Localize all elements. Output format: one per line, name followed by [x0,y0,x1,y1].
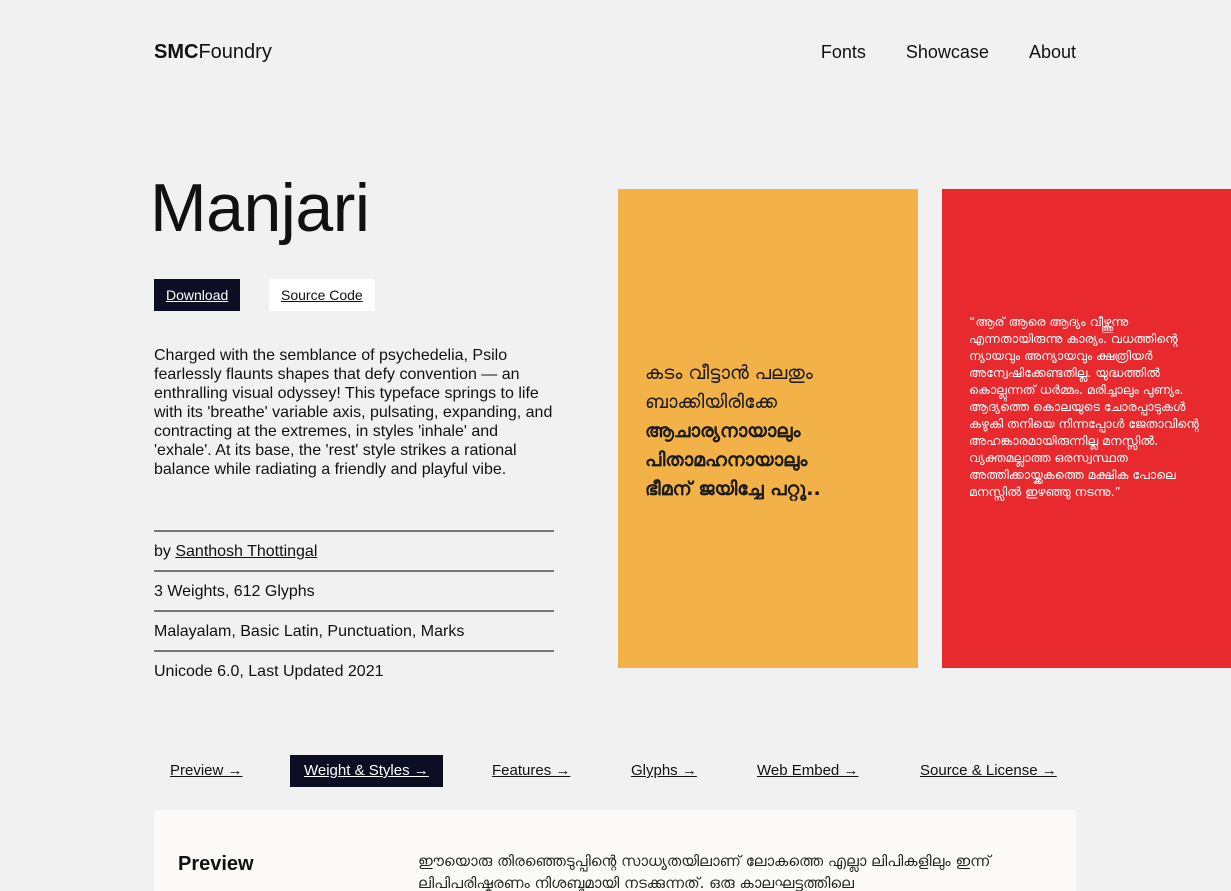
source-code-button[interactable]: Source Code [269,279,375,311]
nav-fonts[interactable]: Fonts [821,40,866,64]
font-title: Manjari [150,170,370,246]
sample-quote-red: “ആര് ആരെ ആദ്യം വീഴ്ത്തുന്നു എന്നതായിരുന്… [969,314,1199,499]
sample-line-bold: ഭീമന് ജയിച്ചേ പറ്റൂ.. [645,478,821,500]
logo-regular: Foundry [198,41,272,63]
sample-text-yellow: കടം വീട്ടാൻ പലതും ബാക്കിയിരിക്കേ ആചാര്യന… [645,359,905,504]
font-description: Charged with the semblance of psychedeli… [154,347,553,478]
tab-web-embed[interactable]: Web Embed → [743,755,872,787]
sample-line-bold: പിതാമഹനായാലും [645,449,808,471]
nav-about[interactable]: About [1029,40,1076,64]
meta-scripts: Malayalam, Basic Latin, Punctuation, Mar… [154,610,554,650]
author-link[interactable]: Santhosh Thottingal [175,543,317,560]
logo[interactable]: SMCFoundry [154,40,272,64]
sample-card-red: “ആര് ആരെ ആദ്യം വീഴ്ത്തുന്നു എന്നതായിരുന്… [942,189,1231,668]
tab-preview[interactable]: Preview → [156,755,257,787]
sample-line: കടം വീട്ടാൻ പലതും [645,362,813,384]
tab-glyphs[interactable]: Glyphs → [617,755,711,787]
preview-text[interactable]: ഈയൊരു തിരഞ്ഞെടുപ്പിന്റെ സാധ്യതയിലാണ് ലോക… [418,850,1048,891]
nav-showcase[interactable]: Showcase [906,40,989,64]
download-button[interactable]: Download [154,279,241,311]
section-tabs: Preview → Weight & Styles → Features → G… [154,755,1076,787]
meta-by-prefix: by [154,543,176,560]
tab-weight-styles[interactable]: Weight & Styles → [290,755,443,787]
tab-features[interactable]: Features → [478,755,584,787]
sample-card-yellow: കടം വീട്ടാൻ പലതും ബാക്കിയിരിക്കേ ആചാര്യന… [618,189,918,668]
font-meta: by Santhosh Thottingal 3 Weights, 612 Gl… [154,530,554,690]
tab-source-license[interactable]: Source & License → [906,755,1071,787]
meta-unicode: Unicode 6.0, Last Updated 2021 [154,650,554,690]
logo-bold: SMC [154,41,199,63]
sample-line: ബാക്കിയിരിക്കേ [645,391,777,413]
page: SMCFoundry Fonts Showcase About Manjari … [0,0,1231,891]
preview-panel: Preview ഈയൊരു തിരഞ്ഞെടുപ്പിന്റെ സാധ്യതയി… [154,810,1076,891]
preview-title: Preview [178,853,254,875]
main-nav: Fonts Showcase About [821,40,1076,64]
meta-weights: 3 Weights, 612 Glyphs [154,570,554,610]
meta-author: by Santhosh Thottingal [154,530,554,570]
sample-line-bold: ആചാര്യനായാലും [645,420,801,442]
